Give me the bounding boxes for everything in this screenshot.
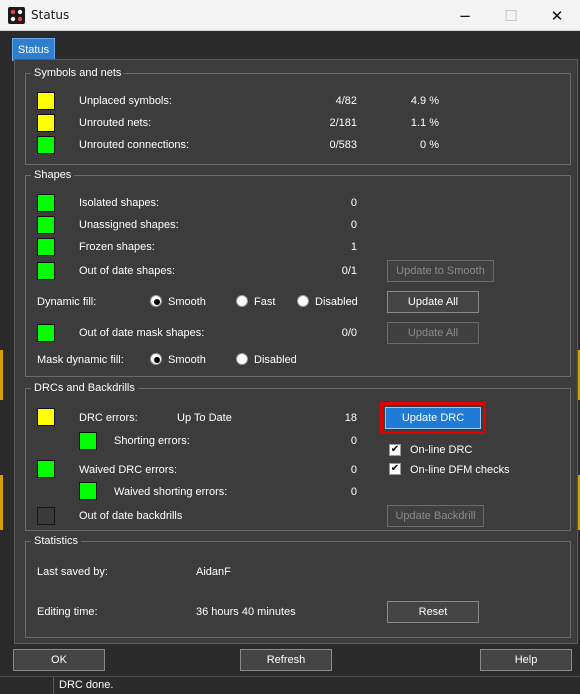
out-of-date-mask-shapes-value: 0/0 xyxy=(341,327,357,339)
tab-strip xyxy=(0,31,580,60)
dynamic-fill-smooth-label[interactable]: Smooth xyxy=(168,296,206,308)
isolated-shapes-value: 0 xyxy=(350,197,357,209)
dynamic-fill-fast-label[interactable]: Fast xyxy=(254,296,275,308)
unrouted-connections-percent: 0 % xyxy=(420,139,439,151)
mask-dynamic-fill-label: Mask dynamic fill: xyxy=(37,354,124,366)
waived-drc-errors-status-box xyxy=(37,460,55,478)
drc-state-label: Up To Date xyxy=(177,412,232,424)
window-title: Status xyxy=(31,8,70,22)
editing-time-value: 36 hours 40 minutes xyxy=(196,606,296,618)
isolated-shapes-status-box xyxy=(37,194,55,212)
drc-errors-status-box xyxy=(37,408,55,426)
update-to-smooth-button: Update to Smooth xyxy=(387,260,494,282)
dynamic-fill-label: Dynamic fill: xyxy=(37,296,97,308)
frozen-shapes-status-box xyxy=(37,238,55,256)
online-drc-checkbox[interactable]: ✔ xyxy=(389,444,401,456)
unrouted-connections-value: 0/583 xyxy=(329,139,357,151)
refresh-button[interactable]: Refresh xyxy=(240,649,332,671)
edge-mark-left-2 xyxy=(0,475,3,530)
ok-button[interactable]: OK xyxy=(13,649,105,671)
mask-fill-disabled-label[interactable]: Disabled xyxy=(254,354,297,366)
out-of-date-shapes-value: 0/1 xyxy=(341,265,357,277)
unassigned-shapes-label: Unassigned shapes: xyxy=(79,219,179,231)
frozen-shapes-label: Frozen shapes: xyxy=(79,241,155,253)
dynamic-fill-smooth-radio[interactable] xyxy=(150,295,162,307)
close-icon[interactable]: ✕ xyxy=(534,0,580,31)
help-button[interactable]: Help xyxy=(480,649,572,671)
out-of-date-mask-shapes-status-box xyxy=(37,324,55,342)
unrouted-nets-status-box xyxy=(37,114,55,132)
online-drc-label[interactable]: On-line DRC xyxy=(410,444,472,456)
mask-fill-disabled-radio[interactable] xyxy=(236,353,248,365)
unassigned-shapes-value: 0 xyxy=(350,219,357,231)
unrouted-connections-status-box xyxy=(37,136,55,154)
unrouted-nets-value: 2/181 xyxy=(329,117,357,129)
status-bar-separator xyxy=(53,677,54,694)
shorting-errors-status-box xyxy=(79,432,97,450)
dynamic-fill-fast-radio[interactable] xyxy=(236,295,248,307)
unrouted-connections-label: Unrouted connections: xyxy=(79,139,190,151)
dynamic-fill-disabled-label[interactable]: Disabled xyxy=(315,296,358,308)
maximize-icon: ☐ xyxy=(504,6,518,25)
mask-fill-smooth-radio[interactable] xyxy=(150,353,162,365)
waived-shorting-errors-label: Waived shorting errors: xyxy=(114,486,228,498)
editing-time-label: Editing time: xyxy=(37,606,98,618)
dynamic-fill-disabled-radio[interactable] xyxy=(297,295,309,307)
out-of-date-shapes-status-box xyxy=(37,262,55,280)
isolated-shapes-label: Isolated shapes: xyxy=(79,197,160,209)
online-dfm-label[interactable]: On-line DFM checks xyxy=(410,464,510,476)
update-all-fill-button[interactable]: Update All xyxy=(387,291,479,313)
waived-shorting-errors-value: 0 xyxy=(350,486,357,498)
waived-drc-errors-label: Waived DRC errors: xyxy=(79,464,177,476)
drc-errors-label: DRC errors: xyxy=(79,412,138,424)
last-saved-by-value: AidanF xyxy=(196,566,231,578)
out-of-date-backdrills-status-box xyxy=(37,507,55,525)
app-icon xyxy=(8,7,25,24)
unassigned-shapes-status-box xyxy=(37,216,55,234)
tab-status[interactable]: Status xyxy=(12,38,55,61)
online-dfm-checkbox[interactable]: ✔ xyxy=(389,463,401,475)
shorting-errors-value: 0 xyxy=(350,435,357,447)
minimize-icon[interactable]: − xyxy=(442,0,488,31)
unplaced-symbols-label: Unplaced symbols: xyxy=(79,95,172,107)
drcs-title: DRCs and Backdrills xyxy=(31,382,138,394)
shorting-errors-label: Shorting errors: xyxy=(114,435,190,447)
unplaced-symbols-percent: 4.9 % xyxy=(410,95,439,107)
statistics-group xyxy=(25,541,571,638)
unrouted-nets-percent: 1.1 % xyxy=(410,117,439,129)
out-of-date-backdrills-label: Out of date backdrills xyxy=(79,510,183,522)
shapes-title: Shapes xyxy=(31,169,75,181)
frozen-shapes-value: 1 xyxy=(350,241,357,253)
out-of-date-shapes-label: Out of date shapes: xyxy=(79,265,176,277)
update-backdrill-button: Update Backdrill xyxy=(387,505,484,527)
unplaced-symbols-status-box xyxy=(37,92,55,110)
update-all-mask-button: Update All xyxy=(387,322,479,344)
mask-fill-smooth-label[interactable]: Smooth xyxy=(168,354,206,366)
out-of-date-mask-shapes-label: Out of date mask shapes: xyxy=(79,327,205,339)
status-message: DRC done. xyxy=(59,679,114,691)
waived-drc-errors-value: 0 xyxy=(350,464,357,476)
last-saved-by-label: Last saved by: xyxy=(37,566,108,578)
drc-errors-value: 18 xyxy=(344,412,357,424)
reset-button[interactable]: Reset xyxy=(387,601,479,623)
unrouted-nets-label: Unrouted nets: xyxy=(79,117,152,129)
symbols-and-nets-title: Symbols and nets xyxy=(31,67,125,79)
edge-mark-left xyxy=(0,350,3,400)
statistics-title: Statistics xyxy=(31,535,82,547)
update-drc-button[interactable]: Update DRC xyxy=(385,407,481,429)
unplaced-symbols-value: 4/82 xyxy=(335,95,357,107)
waived-shorting-errors-status-box xyxy=(79,482,97,500)
